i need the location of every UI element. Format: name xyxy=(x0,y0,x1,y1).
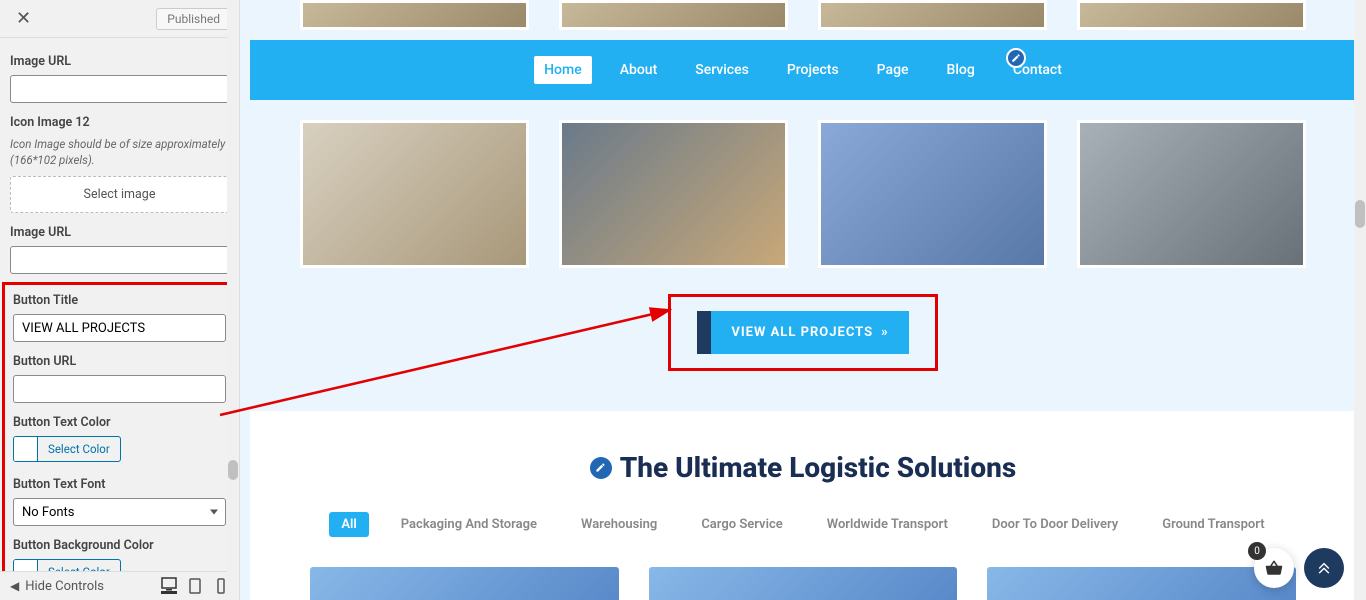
section-title: The Ultimate Logistic Solutions xyxy=(310,451,1296,484)
nav-projects[interactable]: Projects xyxy=(777,56,849,84)
button-text-color-label: Button Text Color xyxy=(13,415,226,430)
view-all-label: VIEW ALL PROJECTS xyxy=(731,325,873,340)
button-url-label: Button URL xyxy=(13,354,226,369)
view-all-wrap: VIEW ALL PROJECTS » xyxy=(240,278,1366,411)
project-thumb[interactable] xyxy=(300,0,529,30)
filter-ground[interactable]: Ground Transport xyxy=(1150,512,1276,537)
nav-blog[interactable]: Blog xyxy=(937,56,985,84)
project-thumb[interactable] xyxy=(818,120,1047,268)
project-thumb[interactable] xyxy=(559,0,788,30)
filter-packaging[interactable]: Packaging And Storage xyxy=(389,512,549,537)
service-card[interactable] xyxy=(987,567,1296,600)
sidebar-scrollbar[interactable] xyxy=(227,0,239,600)
basket-icon xyxy=(1265,559,1283,577)
chevron-up-icon xyxy=(1316,560,1332,576)
sidebar-header: ✕ Published xyxy=(0,0,239,38)
sidebar-footer: ◀ Hide Controls xyxy=(0,571,239,600)
button-url-input[interactable] xyxy=(13,375,226,403)
project-thumb[interactable] xyxy=(559,120,788,268)
color-swatch xyxy=(14,437,38,461)
icon-image-help: Icon Image should be of size approximate… xyxy=(10,136,229,168)
image-url-input-2[interactable] xyxy=(10,246,229,274)
collapse-icon: ◀ xyxy=(10,579,19,593)
service-card[interactable] xyxy=(310,567,619,600)
text-color-picker[interactable]: Select Color xyxy=(13,436,121,462)
nav-page[interactable]: Page xyxy=(867,56,919,84)
annotation-highlight-box: Button Title Button URL Button Text Colo… xyxy=(2,282,237,571)
nav-about[interactable]: About xyxy=(610,56,668,84)
hide-controls-label: Hide Controls xyxy=(25,579,104,594)
view-all-projects-button[interactable]: VIEW ALL PROJECTS » xyxy=(697,311,908,354)
preview-scrollbar[interactable] xyxy=(1354,0,1366,600)
solutions-section: The Ultimate Logistic Solutions All Pack… xyxy=(250,411,1356,600)
customizer-sidebar: ✕ Published Image URL Icon Image 12 Icon… xyxy=(0,0,240,600)
service-cards xyxy=(310,567,1296,600)
button-bg-label: Button Background Color xyxy=(13,538,226,553)
filter-warehousing[interactable]: Warehousing xyxy=(569,512,669,537)
filter-tabs: All Packaging And Storage Warehousing Ca… xyxy=(310,512,1296,537)
edit-shortcut-icon[interactable] xyxy=(1006,48,1026,68)
nav-services[interactable]: Services xyxy=(685,56,759,84)
button-font-label: Button Text Font xyxy=(13,477,226,492)
image-url-label-1: Image URL xyxy=(10,54,229,69)
preview-pane: Home About Services Projects Page Blog C… xyxy=(240,0,1366,600)
chevrons-right-icon: » xyxy=(881,325,889,340)
published-button[interactable]: Published xyxy=(156,8,231,30)
scroll-top-button[interactable] xyxy=(1304,548,1344,588)
color-swatch xyxy=(14,560,38,571)
project-thumb[interactable] xyxy=(300,120,529,268)
font-select[interactable]: No Fonts xyxy=(13,498,226,526)
cart-button[interactable]: 0 xyxy=(1254,548,1294,588)
icon-image-label: Icon Image 12 xyxy=(10,115,229,130)
top-nav: Home About Services Projects Page Blog C… xyxy=(250,40,1356,100)
image-url-input-1[interactable] xyxy=(10,75,229,103)
service-card[interactable] xyxy=(649,567,958,600)
device-switcher xyxy=(161,578,229,594)
hide-controls-button[interactable]: ◀ Hide Controls xyxy=(10,579,161,594)
select-color-label: Select Color xyxy=(38,437,120,461)
sidebar-scroll: Image URL Icon Image 12 Icon Image shoul… xyxy=(0,38,239,571)
select-color-label: Select Color xyxy=(38,560,120,571)
project-gallery xyxy=(240,0,1366,30)
project-gallery-2 xyxy=(240,120,1366,268)
section-title-text: The Ultimate Logistic Solutions xyxy=(620,451,1017,484)
desktop-icon[interactable] xyxy=(161,578,177,594)
cart-badge: 0 xyxy=(1248,542,1266,560)
filter-cargo[interactable]: Cargo Service xyxy=(689,512,794,537)
image-url-label-2: Image URL xyxy=(10,225,229,240)
gallery-row xyxy=(300,0,1306,30)
tablet-icon[interactable] xyxy=(187,578,203,594)
button-title-input[interactable] xyxy=(13,314,226,342)
filter-door[interactable]: Door To Door Delivery xyxy=(980,512,1130,537)
annotation-target-box: VIEW ALL PROJECTS » xyxy=(668,294,937,371)
project-thumb[interactable] xyxy=(818,0,1047,30)
close-icon[interactable]: ✕ xyxy=(8,4,39,33)
filter-worldwide[interactable]: Worldwide Transport xyxy=(815,512,960,537)
bg-color-picker[interactable]: Select Color xyxy=(13,559,121,571)
project-thumb[interactable] xyxy=(1077,120,1306,268)
select-image-button[interactable]: Select image xyxy=(10,176,229,213)
nav-home[interactable]: Home xyxy=(534,56,592,84)
filter-all[interactable]: All xyxy=(329,512,368,537)
button-title-label: Button Title xyxy=(13,293,226,308)
project-thumb[interactable] xyxy=(1077,0,1306,30)
gallery-row xyxy=(300,120,1306,268)
edit-shortcut-icon[interactable] xyxy=(590,457,612,479)
